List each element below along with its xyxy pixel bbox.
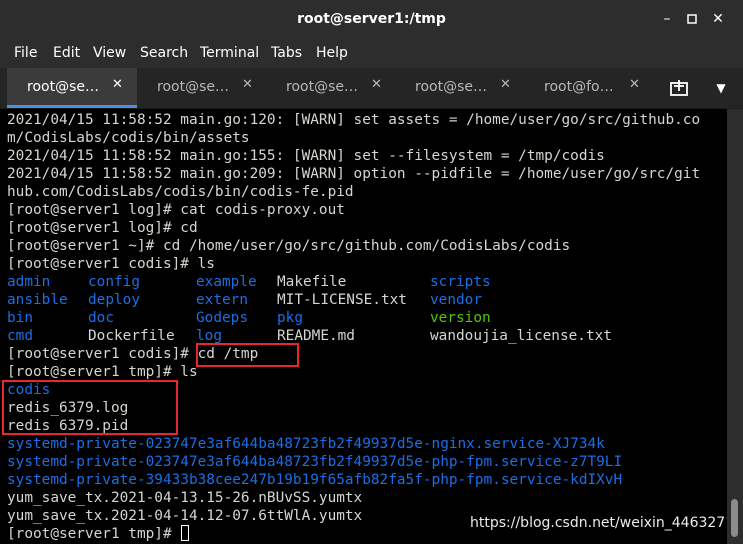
dir-entry: scripts bbox=[430, 274, 491, 290]
dir-entry: admin bbox=[7, 274, 51, 290]
window-title: root@server1:/tmp bbox=[297, 11, 446, 27]
minimize-icon[interactable]: – bbox=[658, 10, 676, 28]
tab-4[interactable]: root@se… ✕ bbox=[395, 68, 525, 108]
close-icon[interactable]: ✕ bbox=[709, 10, 727, 28]
dir-entry: Godeps bbox=[196, 310, 248, 326]
dir-entry: cmd bbox=[7, 328, 33, 344]
dir-entry: config bbox=[88, 274, 140, 290]
tab-label: root@se… bbox=[27, 79, 99, 95]
terminal-line: [root@server1 ~]# cd /home/user/go/src/g… bbox=[7, 238, 571, 254]
tab-close-icon[interactable]: ✕ bbox=[242, 77, 253, 92]
tab-close-icon[interactable]: ✕ bbox=[629, 77, 640, 92]
dir-entry: pkg bbox=[277, 310, 303, 326]
ls-row: ansible deploy extern MIT-LICENSE.txt ve… bbox=[7, 291, 727, 309]
menu-search[interactable]: Search bbox=[140, 45, 188, 61]
highlight-box-cd-tmp bbox=[196, 343, 299, 367]
dir-entry: bin bbox=[7, 310, 33, 326]
file-entry: yum_save_tx.2021-04-14.12-07.6ttWlA.yumt… bbox=[7, 508, 363, 524]
tab-label: root@se… bbox=[286, 79, 358, 95]
terminal-line: [root@server1 log]# cat codis-proxy.out bbox=[7, 202, 345, 218]
scrollbar[interactable] bbox=[727, 109, 743, 544]
dir-entry: deploy bbox=[88, 292, 140, 308]
terminal-line: m/CodisLabs/codis/bin/assets bbox=[7, 130, 250, 146]
tab-close-icon[interactable]: ✕ bbox=[500, 77, 511, 92]
tab-1[interactable]: root@se… ✕ bbox=[7, 68, 137, 108]
tab-3[interactable]: root@se… ✕ bbox=[266, 68, 396, 108]
tab-5[interactable]: root@fo… ✕ bbox=[524, 68, 654, 108]
dir-entry: systemd-private-023747e3af644ba48723fb2f… bbox=[7, 436, 605, 452]
dir-entry: systemd-private-023747e3af644ba48723fb2f… bbox=[7, 454, 623, 470]
terminal-output[interactable]: 2021/04/15 11:58:52 main.go:120: [WARN] … bbox=[0, 109, 727, 544]
scrollbar-thumb[interactable] bbox=[731, 499, 738, 537]
file-entry: wandoujia_license.txt bbox=[430, 328, 612, 344]
tab-label: root@fo… bbox=[544, 79, 614, 95]
text-cursor bbox=[181, 525, 190, 541]
tab-label: root@se… bbox=[157, 79, 229, 95]
ls-row: cmd Dockerfile log README.md wandoujia_l… bbox=[7, 327, 727, 345]
terminal-line: 2021/04/15 11:58:52 main.go:209: [WARN] … bbox=[7, 166, 701, 182]
executable-entry: version bbox=[430, 310, 491, 326]
title-bar: root@server1:/tmp – ✕ bbox=[0, 0, 743, 40]
menu-file[interactable]: File bbox=[14, 45, 37, 61]
watermark: https://blog.csdn.net/weixin_44632711 bbox=[470, 515, 727, 531]
terminal-line: [root@server1 tmp]# ls bbox=[7, 364, 198, 380]
tab-close-icon[interactable]: ✕ bbox=[371, 77, 382, 92]
dir-entry: systemd-private-39433b38cee247b19b19f65a… bbox=[7, 472, 623, 488]
terminal-line: [root@server1 codis]# ls bbox=[7, 256, 215, 272]
ls-row: bin doc Godeps pkg version bbox=[7, 309, 727, 327]
tab-2[interactable]: root@se… ✕ bbox=[137, 68, 267, 108]
tabs-menu-chevron-down-icon[interactable]: ▼ bbox=[712, 78, 730, 98]
menu-view[interactable]: View bbox=[93, 45, 126, 61]
dir-entry: doc bbox=[88, 310, 114, 326]
menu-help[interactable]: Help bbox=[316, 45, 348, 61]
prompt: [root@server1 tmp]# bbox=[7, 526, 181, 542]
menu-terminal[interactable]: Terminal bbox=[200, 45, 259, 61]
terminal-line: 2021/04/15 11:58:52 main.go:120: [WARN] … bbox=[7, 112, 701, 128]
terminal-line: hub.com/CodisLabs/codis/bin/codis-fe.pid bbox=[7, 184, 354, 200]
highlight-box-tmp-files bbox=[2, 380, 178, 435]
terminal-line: 2021/04/15 11:58:52 main.go:155: [WARN] … bbox=[7, 148, 605, 164]
prompt: [root@server1 codis]# bbox=[7, 346, 198, 362]
dir-entry: example bbox=[196, 274, 257, 290]
dir-entry: extern bbox=[196, 292, 248, 308]
dir-entry: ansible bbox=[7, 292, 68, 308]
dir-entry: vendor bbox=[430, 292, 482, 308]
menu-edit[interactable]: Edit bbox=[53, 45, 80, 61]
menu-tabs[interactable]: Tabs bbox=[271, 45, 302, 61]
file-entry: MIT-LICENSE.txt bbox=[277, 292, 407, 308]
tab-label: root@se… bbox=[415, 79, 487, 95]
terminal-line: [root@server1 log]# cd bbox=[7, 220, 198, 236]
tab-bar: root@se… ✕ root@se… ✕ root@se… ✕ root@se… bbox=[0, 68, 743, 109]
menu-bar: File Edit View Search Terminal Tabs Help bbox=[0, 40, 743, 68]
file-entry: Makefile bbox=[277, 274, 347, 290]
file-entry: yum_save_tx.2021-04-13.15-26.nBUvSS.yumt… bbox=[7, 490, 363, 506]
ls-row: admin config example Makefile scripts bbox=[7, 273, 727, 291]
new-tab-icon[interactable] bbox=[668, 78, 692, 100]
terminal-line[interactable]: [root@server1 tmp]# bbox=[7, 525, 190, 543]
maximize-icon[interactable] bbox=[683, 10, 701, 28]
file-entry: Dockerfile bbox=[88, 328, 175, 344]
tab-close-icon[interactable]: ✕ bbox=[112, 77, 123, 92]
